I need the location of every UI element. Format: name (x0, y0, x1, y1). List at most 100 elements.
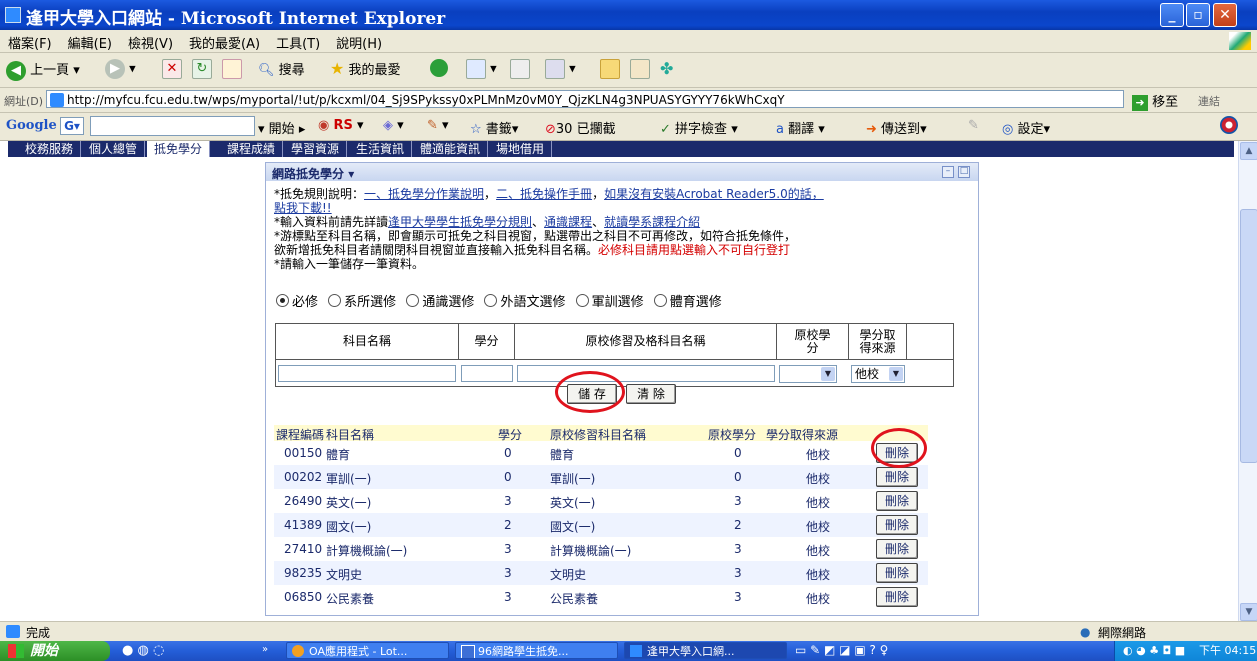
original-credit-select[interactable]: ▼ (779, 365, 837, 383)
nav-item-learning[interactable]: 學習資源 (284, 141, 348, 157)
menu-favorites[interactable]: 我的最愛(A) (181, 30, 268, 52)
browser-toolbar: ◀ 上一頁 ▾ ▶ ▾ ✕ ↻ 🔍︎ 搜尋 ★ 我的最愛 ▾ ▾ ✤ (0, 53, 1257, 88)
google-start-button[interactable]: ▾ 開始 ▸ (258, 118, 305, 137)
vertical-scrollbar[interactable]: ▲ ▼ (1238, 141, 1257, 621)
scroll-down-arrow-icon[interactable]: ▼ (1240, 603, 1257, 621)
portlet-maximize-button[interactable]: □ (958, 166, 970, 178)
task-credit-doc[interactable]: 96網路學生抵免... (455, 642, 618, 659)
messenger-button[interactable]: ✤ (660, 59, 673, 78)
credit-source-select[interactable]: 他校 ▼ (851, 365, 905, 383)
settings-button[interactable]: ◎ 設定▾ (1002, 118, 1050, 137)
menu-tools[interactable]: 工具(T) (268, 30, 328, 52)
stop-button[interactable]: ✕ (162, 59, 182, 79)
nav-item-grades[interactable]: 課程成績 (220, 141, 284, 157)
send-to-button[interactable]: ➜ 傳送到▾ (866, 118, 927, 137)
links-label[interactable]: 連結 (1198, 93, 1220, 109)
quicklaunch-icons[interactable]: ● ◍ ◌ (122, 643, 164, 658)
translate-button[interactable]: a 翻譯 ▾ (776, 118, 825, 137)
link-department-courses[interactable]: 就讀學系課程介紹 (604, 215, 700, 229)
address-input[interactable]: http://myfcu.fcu.edu.tw/wps/myportal/!ut… (46, 90, 1124, 108)
research-button[interactable] (630, 59, 650, 79)
table-row: 41389 國文(一) 2 國文(一) 2 他校 刪除 (274, 513, 928, 537)
favorites-button[interactable]: ★ 我的最愛 (330, 59, 401, 78)
chevron-right-icon[interactable]: » (262, 644, 268, 655)
address-bar: 網址(D) http://myfcu.fcu.edu.tw/wps/myport… (0, 88, 1257, 113)
radio-pe-elective[interactable]: 體育選修 (653, 294, 722, 310)
delete-button[interactable]: 刪除 (876, 491, 918, 511)
back-arrow-icon: ◀ (6, 60, 26, 81)
radio-required[interactable]: 必修 (276, 294, 318, 310)
edit-button[interactable]: ▾ (545, 59, 576, 79)
highlight-button[interactable]: ✎ ▾ (427, 118, 449, 133)
close-button[interactable]: ✕ (1213, 3, 1237, 27)
refresh-button[interactable]: ↻ (192, 59, 212, 79)
toolbar-extra-button[interactable] (1220, 116, 1238, 138)
save-button[interactable]: 儲 存 (567, 384, 617, 404)
menu-edit[interactable]: 編輯(E) (60, 30, 120, 52)
spellcheck-button[interactable]: ✓ 拼字檢查 ▾ (660, 118, 738, 137)
print-button[interactable] (510, 59, 530, 79)
menu-help[interactable]: 說明(H) (328, 30, 390, 52)
link-acrobat-note[interactable]: 如果沒有安裝Acrobat Reader5.0的話， (604, 187, 824, 201)
back-button[interactable]: ◀ 上一頁 ▾ (6, 59, 80, 81)
pencil-button[interactable]: ✎ (968, 118, 979, 133)
link-credit-procedure[interactable]: 一、抵免學分作業說明 (364, 187, 484, 201)
delete-button[interactable]: 刪除 (876, 443, 918, 463)
folder-button[interactable] (600, 59, 620, 79)
delete-button[interactable]: 刪除 (876, 515, 918, 535)
ime-toolbar-icons[interactable]: ▭ ✎ ◩ ◪ ▣ ? ♀ (795, 643, 888, 657)
minimize-button[interactable]: _ (1160, 3, 1184, 27)
media-button[interactable] (430, 59, 448, 77)
link-credit-rules[interactable]: 逢甲大學學生抵免學分規則 (388, 215, 532, 229)
bookmarks-button[interactable]: ☆ 書籤▾ (470, 118, 518, 137)
link-general-courses[interactable]: 通識課程 (544, 215, 592, 229)
delete-button[interactable]: 刪除 (876, 467, 918, 487)
menu-bar: 檔案(F) 編輯(E) 檢視(V) 我的最愛(A) 工具(T) 說明(H) (0, 30, 1257, 53)
link-download[interactable]: 點我下載!! (274, 201, 332, 215)
task-lotus[interactable]: OA應用程式 - Lot... (286, 642, 449, 659)
go-button[interactable]: ➜ 移至 (1132, 91, 1178, 111)
delete-button[interactable]: 刪除 (876, 563, 918, 583)
refresh-icon: ↻ (192, 59, 212, 79)
forward-button[interactable]: ▶ ▾ (105, 59, 136, 79)
portlet-minimize-button[interactable]: – (942, 166, 954, 178)
subject-name-input[interactable] (278, 365, 456, 382)
start-button[interactable]: 開始 (0, 641, 110, 661)
start-label: 開始 (30, 643, 58, 659)
tray-icons[interactable]: ◐ ◕ ♣ ◘ ■ (1123, 641, 1185, 661)
search-button[interactable]: 🔍︎ 搜尋 (258, 59, 305, 78)
menu-file[interactable]: 檔案(F) (0, 30, 60, 52)
task-portal[interactable]: 逢甲大學入口網... (624, 642, 787, 659)
popup-blocker-button[interactable]: ⊘30 已攔截 (545, 118, 616, 137)
nav-item-venue[interactable]: 場地借用 (489, 141, 553, 157)
row-source: 他校 (806, 592, 831, 606)
original-subject-input[interactable] (517, 365, 775, 382)
nav-item-personal[interactable]: 個人總管 (82, 141, 146, 157)
radio-language-elective[interactable]: 外語文選修 (484, 294, 565, 310)
google-search-input[interactable] (90, 116, 255, 136)
menu-view[interactable]: 檢視(V) (120, 30, 181, 52)
radio-department-elective[interactable]: 系所選修 (328, 294, 396, 310)
link-operation-manual[interactable]: 二、抵免操作手冊 (496, 187, 592, 201)
pagerank-button[interactable]: ◈ ▾ (383, 118, 404, 133)
nav-item-academic-service[interactable]: 校務服務 (18, 141, 82, 157)
window-title-bar[interactable]: 逢甲大學入口網站 - Microsoft Internet Explorer _… (0, 0, 1257, 30)
row-code: 00202 (284, 470, 323, 484)
history-button[interactable]: ▾ (466, 59, 497, 79)
rs-button[interactable]: ◉ RS ▾ (318, 118, 364, 133)
nav-item-credit-transfer[interactable]: 抵免學分 (147, 141, 211, 157)
nav-item-life-info[interactable]: 生活資訊 (349, 141, 413, 157)
credit-input[interactable] (461, 365, 513, 382)
google-menu-button[interactable]: G▾ (60, 117, 84, 135)
delete-button[interactable]: 刪除 (876, 587, 918, 607)
star-icon: ★ (330, 59, 345, 78)
clear-button[interactable]: 清 除 (626, 384, 676, 404)
delete-button[interactable]: 刪除 (876, 539, 918, 559)
scroll-thumb[interactable] (1240, 209, 1257, 463)
nav-item-fitness[interactable]: 體適能資訊 (413, 141, 489, 157)
home-button[interactable] (222, 59, 242, 79)
radio-general-elective[interactable]: 通識選修 (406, 294, 474, 310)
scroll-up-arrow-icon[interactable]: ▲ (1240, 142, 1257, 160)
radio-military-elective[interactable]: 軍訓選修 (575, 294, 644, 310)
maximize-button[interactable]: ▫ (1186, 3, 1210, 27)
